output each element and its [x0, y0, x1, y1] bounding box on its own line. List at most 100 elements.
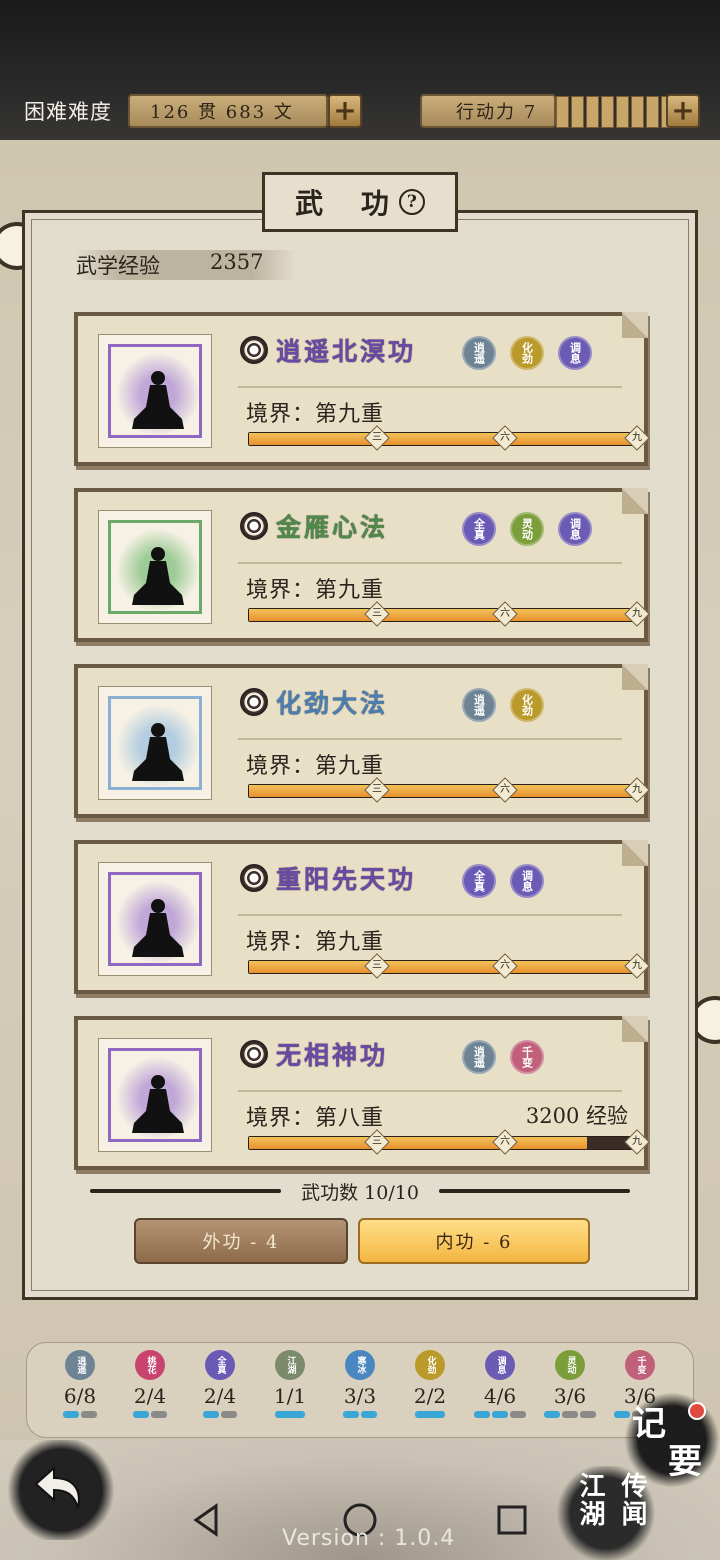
page-fold-corner [622, 1016, 648, 1042]
tab-inner-skills[interactable]: 内功 - 6 [358, 1218, 590, 1264]
skill-count: 武功数 10/10 [70, 1176, 650, 1206]
school-summary-item[interactable]: 桃花 2/4 [120, 1350, 180, 1434]
skill-badges: 逍遥 化劲 [462, 688, 544, 722]
jianghu-news-button[interactable]: 传闻 江湖 [556, 1466, 656, 1560]
school-count: 2/2 [413, 1384, 447, 1408]
action-power-segment [586, 96, 599, 128]
realm-tick: 三 [364, 953, 390, 979]
realm-tick-label: 六 [500, 784, 511, 795]
page-fold-corner [622, 840, 648, 866]
realm-tick-label: 九 [632, 784, 642, 795]
skill-type-icon [240, 1040, 268, 1068]
skill-card[interactable]: 重阳先天功 全真 调息 境界：第九重三 六 九 [74, 840, 650, 994]
skill-progress-fill [249, 609, 637, 621]
panel-title-text: 武 功 [295, 187, 403, 220]
skill-count-text: 武功数 10/10 [301, 1181, 419, 1204]
school-pip [133, 1411, 149, 1418]
school-badge-icon: 逍遥 [462, 1040, 496, 1074]
add-money-button[interactable]: + [328, 94, 362, 128]
meditating-figure-icon [130, 897, 186, 961]
skill-exp: 3200 经验 [525, 1104, 628, 1128]
school-badge-icon: 调息 [558, 512, 592, 546]
divider [238, 1090, 622, 1092]
back-button[interactable] [6, 1440, 116, 1540]
skill-name: 逍遥北溟功 [276, 337, 417, 366]
notes-label-1: 记 [632, 1404, 666, 1444]
school-summary-item[interactable]: 调息 4/6 [470, 1350, 530, 1434]
page-fold-corner [622, 488, 648, 514]
action-power-display: 行动力 7 [420, 94, 556, 128]
school-count: 4/6 [483, 1384, 517, 1408]
school-badge-icon: 全真 [462, 864, 496, 898]
school-badge-icon: 调息 [485, 1350, 515, 1380]
school-summary-item[interactable]: 灵动 3/6 [540, 1350, 600, 1434]
realm-tick-label: 九 [632, 432, 642, 443]
school-badge-icon: 逍遥 [65, 1350, 95, 1380]
school-pip [492, 1411, 508, 1418]
tab-outer-skills[interactable]: 外功 - 4 [134, 1218, 348, 1264]
school-badge-icon: 化劲 [415, 1350, 445, 1380]
realm-tick: 九 [624, 777, 650, 803]
school-badge-icon: 化劲 [510, 688, 544, 722]
divider [238, 562, 622, 564]
realm-tick-label: 九 [632, 608, 642, 619]
school-badge-icon: 千变 [510, 1040, 544, 1074]
school-badge-icon: 全真 [205, 1350, 235, 1380]
help-icon[interactable]: ? [398, 189, 425, 215]
school-pip [203, 1411, 219, 1418]
school-badge-icon: 化劲 [510, 336, 544, 370]
skill-card[interactable]: 无相神功 逍遥 千变 境界：第八重 3200 经验三 六 九 [74, 1016, 650, 1170]
action-power-segment [631, 96, 644, 128]
school-summary-item[interactable]: 寒冰 3/3 [330, 1350, 390, 1434]
skill-progress-fill [249, 433, 637, 445]
skill-name: 无相神功 [276, 1041, 389, 1070]
skill-type-icon [240, 864, 268, 892]
school-count: 1/1 [273, 1384, 307, 1408]
realm-tick-label: 三 [372, 432, 383, 443]
school-pip [415, 1411, 445, 1418]
skill-card[interactable]: 逍遥北溟功 逍遥 化劲 调息 境界：第九重三 六 九 [74, 312, 650, 466]
skill-progress-fill [249, 785, 637, 797]
school-pip [275, 1411, 305, 1418]
realm-tick: 九 [624, 601, 650, 627]
action-power-segment [571, 96, 584, 128]
skill-card[interactable]: 化劲大法 逍遥 化劲 境界：第九重三 六 九 [74, 664, 650, 818]
realm-tick-label: 六 [500, 960, 511, 971]
skill-progress-bar: 三六九 [248, 1129, 650, 1155]
school-pip [151, 1411, 167, 1418]
skill-portrait [98, 686, 212, 800]
skill-card[interactable]: 金雁心法 全真 灵动 调息 境界：第九重三 六 九 [74, 488, 650, 642]
school-summary-item[interactable]: 化劲 2/2 [400, 1350, 460, 1434]
notification-dot [688, 1402, 706, 1420]
realm-tick-label: 九 [632, 960, 642, 971]
realm-tick: 三 [364, 777, 390, 803]
realm-tick-label: 六 [500, 608, 511, 619]
realm-tick: 六 [492, 953, 518, 979]
realm-tick: 六 [492, 425, 518, 451]
school-badge-icon: 千变 [625, 1350, 655, 1380]
skill-badges: 全真 调息 [462, 864, 544, 898]
realm-tick: 六 [492, 777, 518, 803]
school-summary-item[interactable]: 全真 2/4 [190, 1350, 250, 1434]
nav-recents-icon[interactable] [494, 1502, 530, 1538]
money-display: 126 贯 683 文 [128, 94, 328, 128]
skill-name: 重阳先天功 [276, 865, 417, 894]
realm-tick: 三 [364, 425, 390, 451]
nav-back-icon[interactable] [188, 1502, 224, 1538]
notes-button[interactable]: 记 要 [624, 1392, 720, 1488]
realm-tick-label: 三 [372, 608, 383, 619]
top-status-bar: 困难难度 126 贯 683 文 + 行动力 7 + [0, 0, 720, 150]
skill-portrait [98, 510, 212, 624]
school-pip [544, 1411, 560, 1418]
school-summary-item[interactable]: 江湖 1/1 [260, 1350, 320, 1434]
add-action-power-button[interactable]: + [666, 94, 700, 128]
school-count: 2/4 [133, 1384, 167, 1408]
school-summary-item[interactable]: 逍遥 6/8 [50, 1350, 110, 1434]
skill-realm: 境界：第九重 [246, 402, 385, 427]
action-power-segment [616, 96, 629, 128]
realm-tick-label: 六 [500, 1136, 511, 1147]
action-power-gauge [556, 96, 674, 128]
divider [238, 914, 622, 916]
jianghu-news-label-1: 江湖 [575, 1472, 605, 1528]
realm-tick: 六 [492, 601, 518, 627]
